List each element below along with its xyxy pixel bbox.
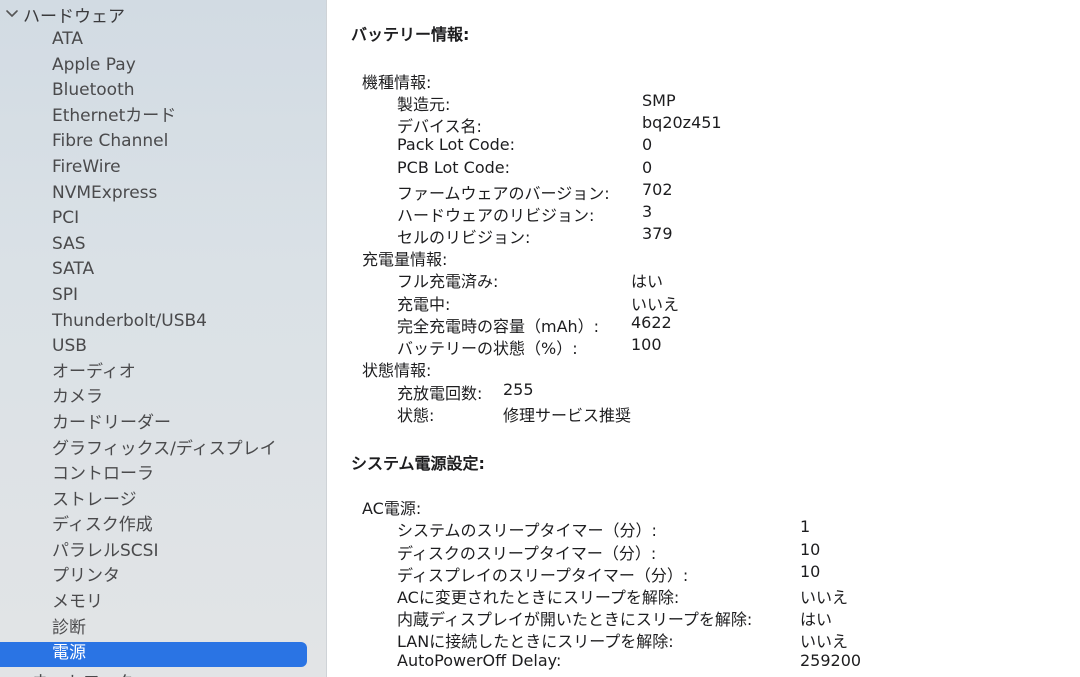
chevron-down-icon[interactable] — [3, 5, 21, 23]
sidebar-item-ethernet[interactable]: Ethernetカード — [0, 104, 326, 130]
sidebar-item-usb[interactable]: USB — [0, 334, 326, 360]
sidebar-item-thunderbolt[interactable]: Thunderbolt/USB4 — [0, 309, 326, 335]
sidebar-item-pci[interactable]: PCI — [0, 206, 326, 232]
sidebar-item-graphics-display[interactable]: グラフィックス/ディスプレイ — [0, 437, 326, 463]
sidebar-item-storage[interactable]: ストレージ — [0, 488, 326, 514]
sidebar-item-ata[interactable]: ATA — [0, 27, 326, 53]
sidebar-item-firewire[interactable]: FireWire — [0, 155, 326, 181]
sidebar-item-apple-pay[interactable]: Apple Pay — [0, 53, 326, 79]
sidebar-item-sas[interactable]: SAS — [0, 232, 326, 258]
model-info-title: 機種情報: — [362, 73, 432, 92]
sidebar-item-audio[interactable]: オーディオ — [0, 360, 326, 386]
sidebar-item-parallel-scsi[interactable]: パラレルSCSI — [0, 539, 326, 565]
battery-info-title: バッテリー情報: — [351, 25, 470, 44]
sidebar-item-diagnostics[interactable]: 診断 — [0, 616, 326, 642]
sidebar-item-nvmexpress[interactable]: NVMExpress — [0, 181, 326, 207]
sidebar-item-spi[interactable]: SPI — [0, 283, 326, 309]
sidebar-item-network-partial[interactable]: ネットワーク — [0, 668, 232, 677]
charge-info-title: 充電量情報: — [362, 250, 448, 269]
sidebar-section-hardware[interactable]: ハードウェア — [0, 2, 125, 27]
power-settings-title: システム電源設定: — [351, 454, 485, 473]
sidebar-item-sata[interactable]: SATA — [0, 257, 326, 283]
sidebar-item-fibre-channel[interactable]: Fibre Channel — [0, 129, 326, 155]
sidebar-item-power[interactable]: 電源 — [0, 641, 326, 667]
health-info-title: 状態情報: — [362, 361, 432, 380]
sidebar-item-card-reader[interactable]: カードリーダー — [0, 411, 326, 437]
sidebar-item-controller[interactable]: コントローラ — [0, 462, 326, 488]
sidebar-item-memory[interactable]: メモリ — [0, 590, 326, 616]
sidebar-item-camera[interactable]: カメラ — [0, 385, 326, 411]
sidebar-item-bluetooth[interactable]: Bluetooth — [0, 78, 326, 104]
sidebar-item-printer[interactable]: プリンタ — [0, 564, 326, 590]
sidebar-section-label: ハードウェア — [23, 6, 125, 27]
sidebar-list: ATA Apple Pay Bluetooth Ethernetカード Fibr… — [0, 27, 326, 667]
ac-power-title: AC電源: — [362, 499, 422, 518]
detail-pane: バッテリー情報: 機種情報: 製造元: SMP デバイス名: bq20z451 Pa… — [327, 0, 1080, 677]
sidebar: ハードウェア ATA Apple Pay Bluetooth Ethernetカ… — [0, 0, 327, 677]
sidebar-item-disc-burning[interactable]: ディスク作成 — [0, 513, 326, 539]
